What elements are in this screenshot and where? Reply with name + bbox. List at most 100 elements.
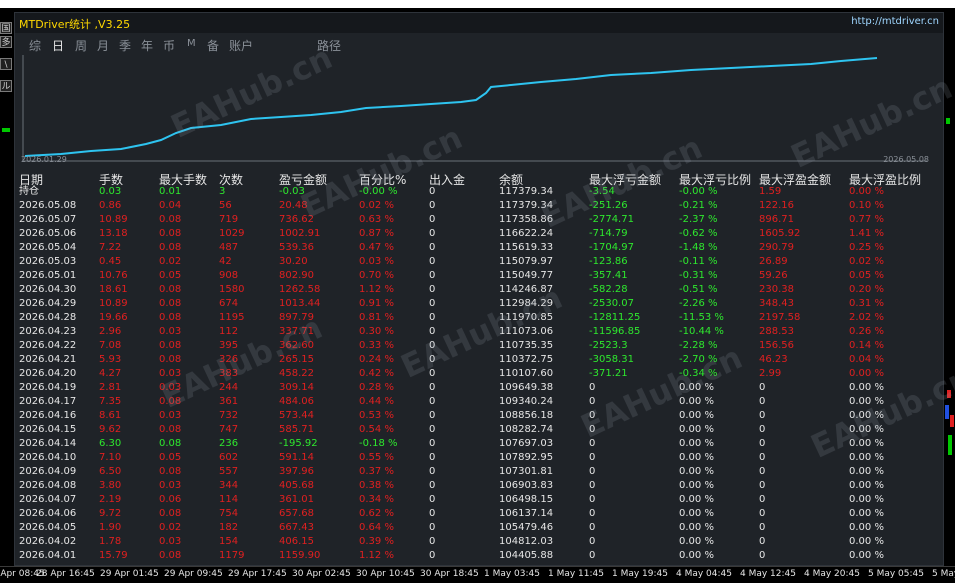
cell-flow: 0 xyxy=(429,508,436,519)
cell-date: 2026.04.14 xyxy=(19,438,77,449)
cell-fp: 0 xyxy=(759,466,766,477)
cell-count: 674 xyxy=(219,298,239,309)
cell-pnl: 591.14 xyxy=(279,452,314,463)
cell-fp: 0 xyxy=(759,396,766,407)
cell-fp: 0 xyxy=(759,522,766,533)
cell-bal: 104812.03 xyxy=(499,536,554,547)
site-link[interactable]: http://mtdriver.cn xyxy=(851,16,939,27)
cell-fl: 0 xyxy=(589,508,596,519)
panel-title-bar: MTDriver统计 ,V3.25 http://mtdriver.cn xyxy=(15,13,943,33)
cell-flow: 0 xyxy=(429,312,436,323)
tool-button-4[interactable]: ル xyxy=(0,80,12,92)
table-row: 2026.04.05 1.90 0.02 182 667.43 0.64 % 0 105479… xyxy=(15,521,943,535)
cell-bal: 115619.33 xyxy=(499,242,554,253)
cell-bal: 104405.88 xyxy=(499,550,554,561)
time-tick: 30 Apr 02:45 xyxy=(292,569,351,579)
cell-lots: 4.27 xyxy=(99,368,122,379)
cell-fp: 0 xyxy=(759,480,766,491)
table-row: 2026.05.07 10.89 0.08 719 736.62 0.63 % 0 11735… xyxy=(15,213,943,227)
cell-maxlots: 0.08 xyxy=(159,550,182,561)
cell-count: 344 xyxy=(219,480,239,491)
cell-flow: 0 xyxy=(429,522,436,533)
tab-summary[interactable]: 综 xyxy=(29,37,41,54)
cell-pnl: 1262.58 xyxy=(279,284,321,295)
table-row: 2026.04.19 2.81 0.03 244 309.14 0.28 % 0 109649… xyxy=(15,381,943,395)
cell-fp: 348.43 xyxy=(759,298,794,309)
cell-fp: 59.26 xyxy=(759,270,788,281)
table-row: 2026.05.03 0.45 0.02 42 30.20 0.03 % 0 115079.9… xyxy=(15,255,943,269)
cell-lots: 7.35 xyxy=(99,396,122,407)
tab-quarter[interactable]: 季 xyxy=(119,37,131,54)
cell-lots: 8.61 xyxy=(99,410,122,421)
cell-fp: 1605.92 xyxy=(759,228,801,239)
cell-pct: 0.47 % xyxy=(359,242,394,253)
cell-fpp: 0.00 % xyxy=(849,550,884,561)
table-row: 2026.05.06 13.18 0.08 1029 1002.91 0.87 % 0 116… xyxy=(15,227,943,241)
cell-pct: 0.28 % xyxy=(359,382,394,393)
cell-fp: 896.71 xyxy=(759,214,794,225)
cell-flp: 0.00 % xyxy=(679,424,714,435)
cell-lots: 0.86 xyxy=(99,200,122,211)
time-tick: 5 May 13 xyxy=(932,569,955,579)
cell-date: 2026.05.01 xyxy=(19,270,77,281)
cell-count: 908 xyxy=(219,270,239,281)
cell-fl: 0 xyxy=(589,480,596,491)
cell-flp: 0.00 % xyxy=(679,466,714,477)
cell-fp: 0 xyxy=(759,438,766,449)
table-row: 2026.04.02 1.78 0.03 154 406.15 0.39 % 0 104812… xyxy=(15,535,943,549)
cell-maxlots: 0.08 xyxy=(159,340,182,351)
cell-pct: 0.87 % xyxy=(359,228,394,239)
table-row: 2026.04.10 7.10 0.05 602 591.14 0.55 % 0 107892… xyxy=(15,451,943,465)
tab-day[interactable]: 日 xyxy=(52,37,64,54)
cell-lots: 7.10 xyxy=(99,452,122,463)
cell-flow: 0 xyxy=(429,186,436,197)
cell-flow: 0 xyxy=(429,396,436,407)
cell-flp: 0.00 % xyxy=(679,480,714,491)
cell-maxlots: 0.02 xyxy=(159,522,182,533)
cell-fl: -3058.31 xyxy=(589,354,634,365)
cell-fl: -2530.07 xyxy=(589,298,634,309)
tab-month[interactable]: 月 xyxy=(97,37,109,54)
table-row: 持仓 0.03 0.01 3 -0.03 -0.00 % 0 117379.34 -3.54 -0… xyxy=(15,185,943,199)
cell-date: 2026.04.20 xyxy=(19,368,77,379)
cell-lots: 6.30 xyxy=(99,438,122,449)
cell-pnl: 397.96 xyxy=(279,466,314,477)
tool-button-3[interactable]: \ xyxy=(0,58,12,70)
cell-lots: 1.90 xyxy=(99,522,122,533)
cell-date: 2026.04.22 xyxy=(19,340,77,351)
cell-flp: -0.21 % xyxy=(679,200,718,211)
time-tick: 28 Apr 16:45 xyxy=(36,569,95,579)
cell-maxlots: 0.08 xyxy=(159,424,182,435)
cell-lots: 19.66 xyxy=(99,312,128,323)
cell-count: 732 xyxy=(219,410,239,421)
cell-flp: 0.00 % xyxy=(679,410,714,421)
cell-fl: -2523.3 xyxy=(589,340,628,351)
cell-maxlots: 0.08 xyxy=(159,284,182,295)
cell-flp: 0.00 % xyxy=(679,522,714,533)
time-tick: 30 Apr 10:45 xyxy=(356,569,415,579)
table-row: 2026.05.01 10.76 0.05 908 802.90 0.70 % 0 11504… xyxy=(15,269,943,283)
cell-lots: 5.93 xyxy=(99,354,122,365)
tab-year[interactable]: 年 xyxy=(141,37,153,54)
tab-note[interactable]: 备 xyxy=(207,37,219,54)
cell-flp: -0.51 % xyxy=(679,284,718,295)
tool-button-1[interactable]: 国 xyxy=(0,22,12,34)
table-row: 2026.04.08 3.80 0.03 344 405.68 0.38 % 0 106903… xyxy=(15,479,943,493)
cell-fl: 0 xyxy=(589,466,596,477)
cell-flow: 0 xyxy=(429,298,436,309)
tab-magic[interactable]: M xyxy=(187,38,196,49)
cell-pnl: 585.71 xyxy=(279,424,314,435)
cell-fp: 0 xyxy=(759,536,766,547)
tab-week[interactable]: 周 xyxy=(75,37,87,54)
tab-account[interactable]: 账户 xyxy=(229,37,253,54)
cell-maxlots: 0.03 xyxy=(159,536,182,547)
cell-pct: 0.02 % xyxy=(359,200,394,211)
cell-pct: 0.70 % xyxy=(359,270,394,281)
tool-button-2[interactable]: 多 xyxy=(0,36,12,48)
top-strip xyxy=(0,0,955,8)
tab-currency[interactable]: 币 xyxy=(163,37,175,54)
cell-pct: 0.30 % xyxy=(359,326,394,337)
cell-flow: 0 xyxy=(429,284,436,295)
cell-flp: 0.00 % xyxy=(679,536,714,547)
table-row: 2026.04.09 6.50 0.08 557 397.96 0.37 % 0 107301… xyxy=(15,465,943,479)
